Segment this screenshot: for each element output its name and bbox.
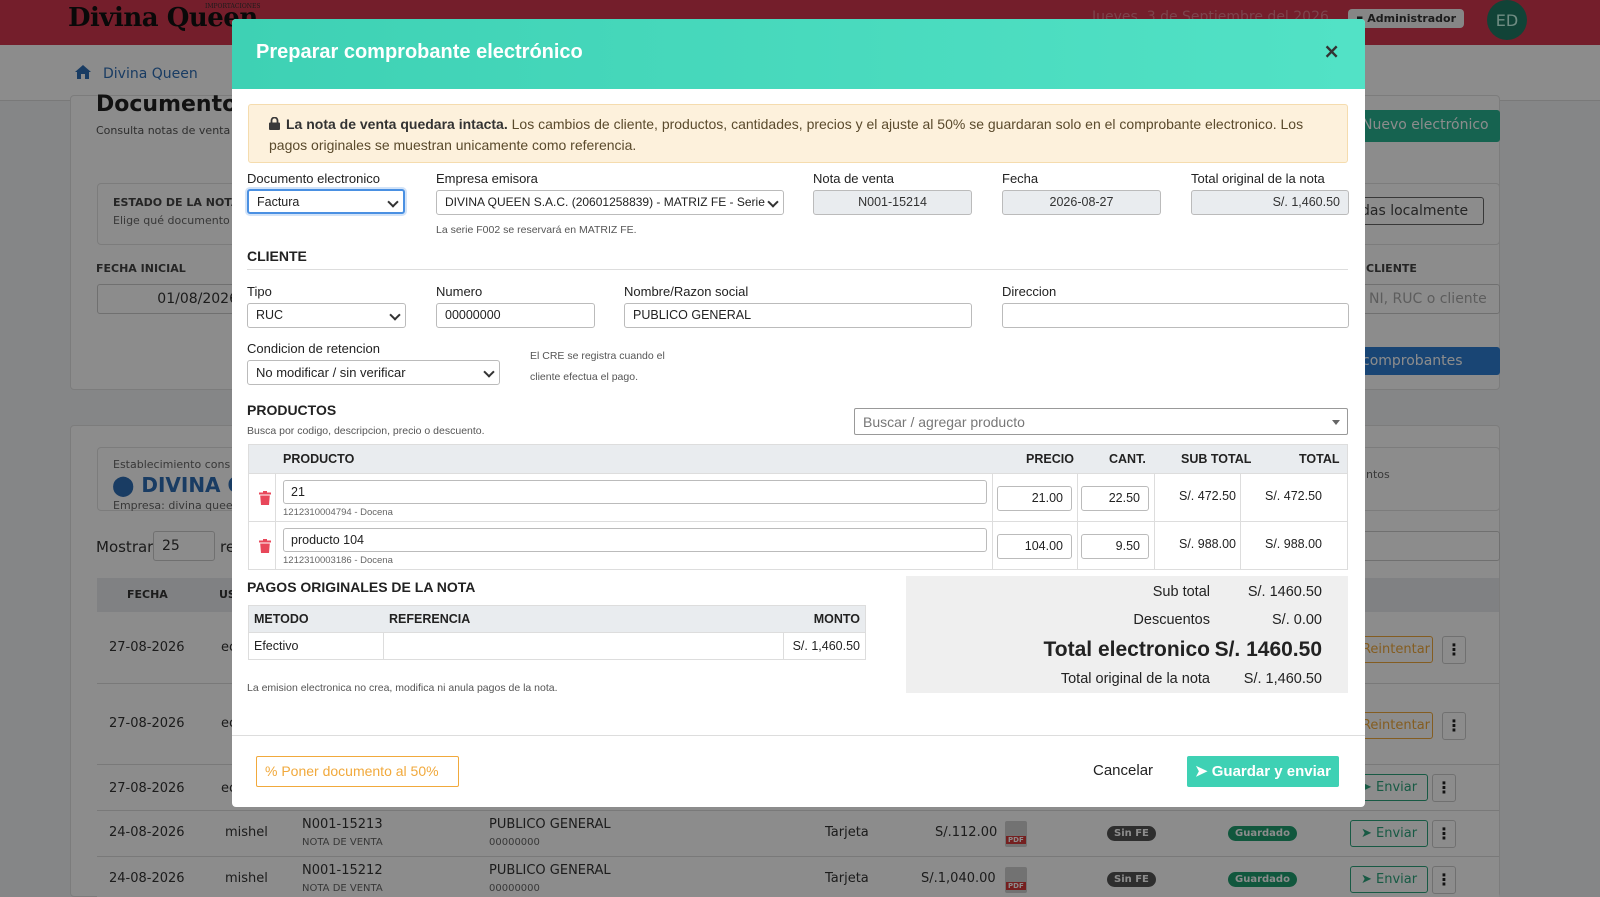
nota-field: N001-15214 (813, 190, 972, 215)
save-send-label: Guardar y enviar (1211, 763, 1331, 780)
pago-metodo: Efectivo (254, 639, 299, 653)
product-code: 1212310004794 - Docena (283, 507, 393, 518)
descuentos-label: Descuentos (1133, 612, 1210, 628)
doc-type-select[interactable]: Factura (247, 189, 405, 214)
pagos-table: METODO REFERENCIA MONTO Efectivo S/. 1,4… (248, 605, 866, 660)
direccion-label: Direccion (1002, 284, 1057, 299)
divider (1077, 474, 1078, 521)
price-input[interactable]: 21.00 (997, 486, 1072, 511)
divider (275, 522, 276, 569)
col-referencia: REFERENCIA (389, 612, 471, 626)
col-total: TOTAL (1299, 452, 1340, 466)
trash-icon[interactable] (259, 539, 271, 553)
row-subtotal: S/. 988.00 (1179, 537, 1236, 551)
save-send-button[interactable]: ➤ Guardar y enviar (1187, 756, 1339, 787)
doc-type-label: Documento electronico (247, 171, 380, 186)
empresa-hint: La serie F002 se reservará en MATRIZ FE. (436, 224, 637, 236)
subtotal-label: Sub total (1152, 584, 1210, 600)
pagos-table-header: METODO REFERENCIA MONTO (249, 606, 865, 632)
row-total: S/. 988.00 (1265, 537, 1322, 551)
cre-hint-2: cliente efectua el pago. (530, 371, 638, 383)
product-name-input[interactable]: producto 104 (283, 528, 987, 552)
cancel-button[interactable]: Cancelar (1093, 762, 1153, 779)
descuentos-value: S/. 0.00 (1272, 612, 1322, 628)
empresa-label: Empresa emisora (436, 171, 538, 186)
table-row: Efectivo S/. 1,460.50 (249, 632, 865, 659)
total-original-summary-label: Total original de la nota (1060, 671, 1210, 687)
table-row: producto 104 1212310003186 - Docena 104.… (249, 521, 1347, 569)
product-code: 1212310003186 - Docena (283, 555, 393, 566)
retencion-label: Condicion de retencion (247, 341, 380, 356)
divider (1077, 522, 1078, 569)
price-input[interactable]: 104.00 (997, 534, 1072, 559)
pagos-section-title: PAGOS ORIGINALES DE LA NOTA (247, 579, 476, 595)
total-original-label: Total original de la nota (1191, 171, 1325, 186)
total-original-field: S/. 1,460.50 (1191, 190, 1349, 215)
direccion-input[interactable] (1002, 303, 1349, 328)
productos-section-title: PRODUCTOS (247, 402, 337, 418)
fecha-label: Fecha (1002, 171, 1039, 186)
lock-icon (269, 117, 280, 130)
divider (232, 735, 1365, 736)
prepare-invoice-modal: Preparar comprobante electrónico × La no… (232, 19, 1365, 807)
divider (247, 269, 1348, 270)
products-table-header: PRODUCTO PRECIO CANT. SUB TOTAL TOTAL (249, 445, 1347, 473)
col-cant: CANT. (1109, 452, 1146, 466)
divider (275, 474, 276, 521)
send-icon: ➤ (1195, 763, 1212, 780)
caret-down-icon (1332, 420, 1340, 425)
total-original-summary-value: S/. 1,460.50 (1243, 671, 1322, 687)
col-producto: PRODUCTO (283, 452, 355, 466)
totals-panel: Sub total S/. 1460.50 Descuentos S/. 0.0… (906, 576, 1348, 693)
productos-hint: Busca por codigo, descripcion, precio o … (247, 425, 485, 437)
nombre-label: Nombre/Razon social (624, 284, 749, 299)
fecha-field: 2026-08-27 (1002, 190, 1161, 215)
pagos-hint: La emision electronica no crea, modifica… (247, 682, 558, 694)
table-row: 21 1212310004794 - Docena 21.00 22.50 S/… (249, 473, 1347, 521)
row-subtotal: S/. 472.50 (1179, 489, 1236, 503)
divider (992, 474, 993, 521)
subtotal-value: S/. 1460.50 (1247, 584, 1322, 600)
cliente-section-title: CLIENTE (247, 248, 307, 264)
products-table: PRODUCTO PRECIO CANT. SUB TOTAL TOTAL 21… (248, 444, 1348, 570)
divider (992, 522, 993, 569)
col-precio: PRECIO (1026, 452, 1074, 466)
close-icon[interactable]: × (1323, 39, 1340, 63)
modal-header: Preparar comprobante electrónico × (232, 19, 1365, 89)
numero-input[interactable]: 00000000 (436, 303, 595, 328)
col-metodo: METODO (254, 612, 309, 626)
trash-icon[interactable] (259, 491, 271, 505)
col-monto: MONTO (813, 612, 860, 626)
retencion-select[interactable]: No modificar / sin verificar (247, 360, 500, 385)
empresa-select[interactable]: DIVINA QUEEN S.A.C. (20601258839) - MATR… (436, 190, 784, 215)
percent-icon: % (265, 763, 282, 779)
tipo-select[interactable]: RUC (247, 303, 406, 328)
total-electronico-label: Total electronico (1043, 638, 1210, 661)
divider (783, 633, 784, 659)
modal-title: Preparar comprobante electrónico (256, 41, 583, 63)
tipo-label: Tipo (247, 284, 272, 299)
numero-label: Numero (436, 284, 483, 299)
product-name-input[interactable]: 21 (283, 480, 987, 504)
total-electronico-value: S/. 1460.50 (1214, 638, 1322, 661)
row-total: S/. 472.50 (1265, 489, 1322, 503)
info-alert: La nota de venta quedara intacta. Los ca… (248, 104, 1348, 163)
alert-bold: La nota de venta quedara intacta. (286, 116, 508, 132)
cre-hint-1: El CRE se registra cuando el (530, 350, 665, 362)
divider (383, 633, 384, 659)
product-search-select[interactable]: Buscar / agregar producto (854, 408, 1348, 435)
nombre-input[interactable]: PUBLICO GENERAL (624, 303, 972, 328)
nota-label: Nota de venta (813, 171, 894, 186)
col-subtotal: SUB TOTAL (1181, 452, 1252, 466)
half-document-label: Poner documento al 50% (281, 763, 439, 779)
quantity-input[interactable]: 22.50 (1081, 486, 1149, 511)
half-document-button[interactable]: % Poner documento al 50% (256, 756, 459, 787)
product-search-placeholder: Buscar / agregar producto (863, 414, 1025, 430)
pago-monto: S/. 1,460.50 (792, 639, 860, 653)
quantity-input[interactable]: 9.50 (1081, 534, 1149, 559)
